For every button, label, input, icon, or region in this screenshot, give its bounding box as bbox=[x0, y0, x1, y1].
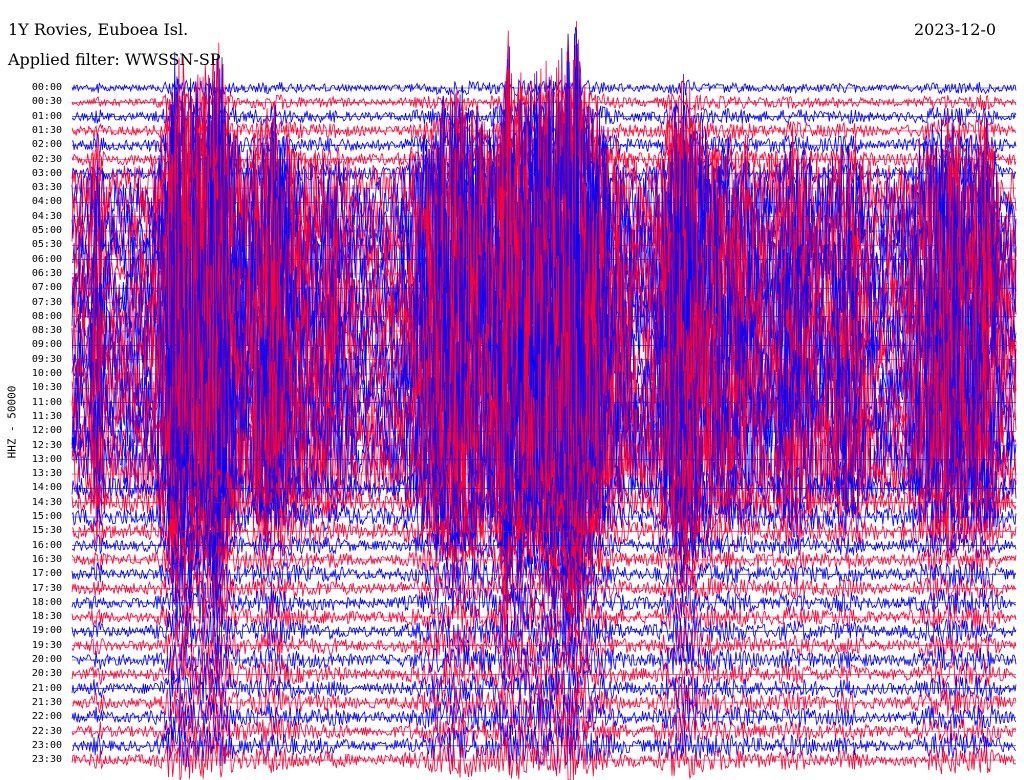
time-label: 05:30 bbox=[31, 239, 62, 251]
time-label: 05:00 bbox=[31, 225, 62, 236]
time-label: 06:00 bbox=[31, 253, 62, 265]
time-label: 14:30 bbox=[31, 496, 62, 508]
time-label: 04:30 bbox=[31, 210, 62, 222]
time-label: 16:00 bbox=[31, 539, 62, 551]
date-label: 2023-12-0 bbox=[914, 20, 997, 39]
time-label: 15:00 bbox=[31, 511, 62, 522]
time-label: 21:30 bbox=[31, 696, 62, 708]
time-label: 16:30 bbox=[31, 553, 62, 565]
time-label: 17:30 bbox=[31, 582, 62, 594]
time-label: 10:00 bbox=[31, 368, 62, 379]
time-label: 03:00 bbox=[31, 167, 62, 179]
time-label: 09:00 bbox=[31, 339, 62, 351]
time-label: 12:00 bbox=[31, 425, 62, 437]
channel-label: HHZ - 50000 bbox=[5, 385, 19, 459]
time-label: 01:30 bbox=[31, 124, 62, 136]
time-label: 19:30 bbox=[31, 639, 62, 651]
time-label: 23:00 bbox=[31, 739, 62, 751]
filter-label: Applied filter: WWSSN-SP bbox=[8, 50, 221, 69]
time-label: 23:30 bbox=[31, 754, 62, 766]
time-label: 08:00 bbox=[31, 310, 62, 322]
time-label: 18:00 bbox=[31, 596, 62, 608]
time-label: 04:00 bbox=[31, 196, 62, 208]
time-label: 02:30 bbox=[31, 153, 62, 165]
time-label: 20:00 bbox=[31, 654, 62, 665]
time-label: 11:30 bbox=[31, 410, 62, 422]
time-label: 02:00 bbox=[31, 139, 62, 151]
time-label: 21:00 bbox=[31, 682, 62, 694]
time-label: 07:30 bbox=[31, 296, 62, 308]
time-label: 17:00 bbox=[31, 568, 62, 580]
time-label: 08:30 bbox=[31, 325, 62, 337]
time-label: 13:00 bbox=[31, 453, 62, 465]
time-label: 14:00 bbox=[31, 482, 62, 494]
station-title: 1Y Rovies, Euboea Isl. bbox=[8, 20, 189, 39]
time-label: 18:30 bbox=[31, 611, 62, 623]
time-label: 20:30 bbox=[31, 668, 62, 680]
time-label: 10:30 bbox=[31, 382, 62, 394]
time-label: 03:30 bbox=[31, 182, 62, 194]
time-label: 07:00 bbox=[31, 282, 62, 294]
time-label: 11:00 bbox=[31, 396, 62, 408]
time-label: 00:00 bbox=[31, 82, 62, 93]
time-label: 00:30 bbox=[31, 96, 62, 108]
time-label: 22:00 bbox=[31, 711, 62, 723]
time-label: 01:00 bbox=[31, 110, 62, 122]
time-label: 12:30 bbox=[31, 439, 62, 451]
time-label: 09:30 bbox=[31, 353, 62, 365]
time-label: 15:30 bbox=[31, 525, 62, 537]
helicorder-plot bbox=[71, 21, 1017, 780]
time-label: 13:30 bbox=[31, 468, 62, 480]
time-label: 22:30 bbox=[31, 725, 62, 737]
time-label: 19:00 bbox=[31, 625, 62, 637]
time-label: 06:30 bbox=[31, 267, 62, 279]
